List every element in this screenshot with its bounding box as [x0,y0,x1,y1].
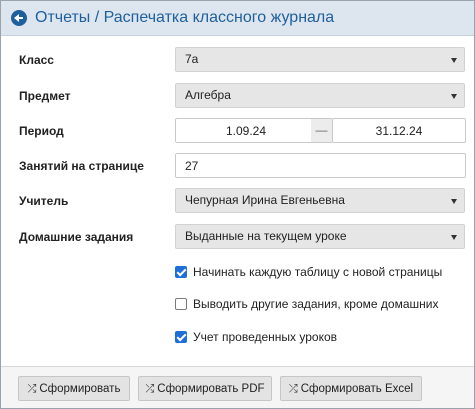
shuffle-icon: ⤮ [288,381,298,395]
generate-excel-button[interactable]: ⤮ Сформировать Excel [280,376,422,401]
lessons-count-label: Учет проведенных уроков [193,330,338,344]
shuffle-icon: ⤮ [145,381,155,395]
subject-value: Алгебра [185,88,231,102]
generate-excel-label: Сформировать Excel [300,382,414,395]
other-tasks-label: Выводить другие задания, кроме домашних [193,297,439,311]
page-title: Отчеты / Распечатка классного журнала [35,9,335,26]
option-lessons-count[interactable]: Учет проведенных уроков [175,328,337,346]
teacher-row: Учитель Чепурная Ирина Евгеньевна [1,187,474,215]
subject-row: Предмет Алгебра [1,82,474,110]
class-label: Класс [19,53,54,67]
homework-select[interactable]: Выданные на текущем уроке [175,224,465,249]
new-page-checkbox[interactable] [175,266,187,278]
teacher-select[interactable]: Чепурная Ирина Евгеньевна [175,188,465,213]
option-new-page[interactable]: Начинать каждую таблицу с новой страницы [175,263,442,281]
report-window: Отчеты / Распечатка классного журнала Кл… [0,0,475,409]
teacher-value: Чепурная Ирина Евгеньевна [185,193,345,207]
chevron-down-icon [451,199,457,204]
header-bar: Отчеты / Распечатка классного журнала [1,1,474,36]
lessons-per-page-input[interactable] [175,153,466,178]
back-arrow-icon[interactable] [11,10,27,26]
shuffle-icon: ⤮ [27,381,37,395]
lessons-count-checkbox[interactable] [175,331,187,343]
chevron-down-icon [451,235,457,240]
lessons-label: Занятий на странице [19,159,144,173]
period-separator: — [311,118,332,143]
other-tasks-checkbox[interactable] [175,298,187,310]
homework-row: Домашние задания Выданные на текущем уро… [1,223,474,251]
homework-value: Выданные на текущем уроке [185,229,347,243]
generate-pdf-label: Сформировать PDF [157,382,265,395]
generate-pdf-button[interactable]: ⤮ Сформировать PDF [138,376,272,401]
subject-label: Предмет [19,89,71,103]
period-to-input[interactable] [332,118,466,143]
button-bar: ⤮ Сформировать ⤮ Сформировать PDF ⤮ Сфор… [1,366,474,408]
generate-label: Сформировать [39,382,121,395]
subject-select[interactable]: Алгебра [175,83,465,108]
period-row: Период — [1,117,474,145]
generate-button[interactable]: ⤮ Сформировать [18,376,130,401]
chevron-down-icon [451,94,457,99]
class-value: 7а [185,52,199,66]
chevron-down-icon [451,58,457,63]
homework-label: Домашние задания [19,230,134,244]
teacher-label: Учитель [19,194,69,208]
class-row: Класс 7а [1,46,474,74]
lessons-row: Занятий на странице [1,152,474,180]
class-select[interactable]: 7а [175,47,465,72]
period-label: Период [19,124,64,138]
option-other-tasks[interactable]: Выводить другие задания, кроме домашних [175,295,438,313]
new-page-label: Начинать каждую таблицу с новой страницы [193,265,443,279]
period-from-input[interactable] [175,118,317,143]
